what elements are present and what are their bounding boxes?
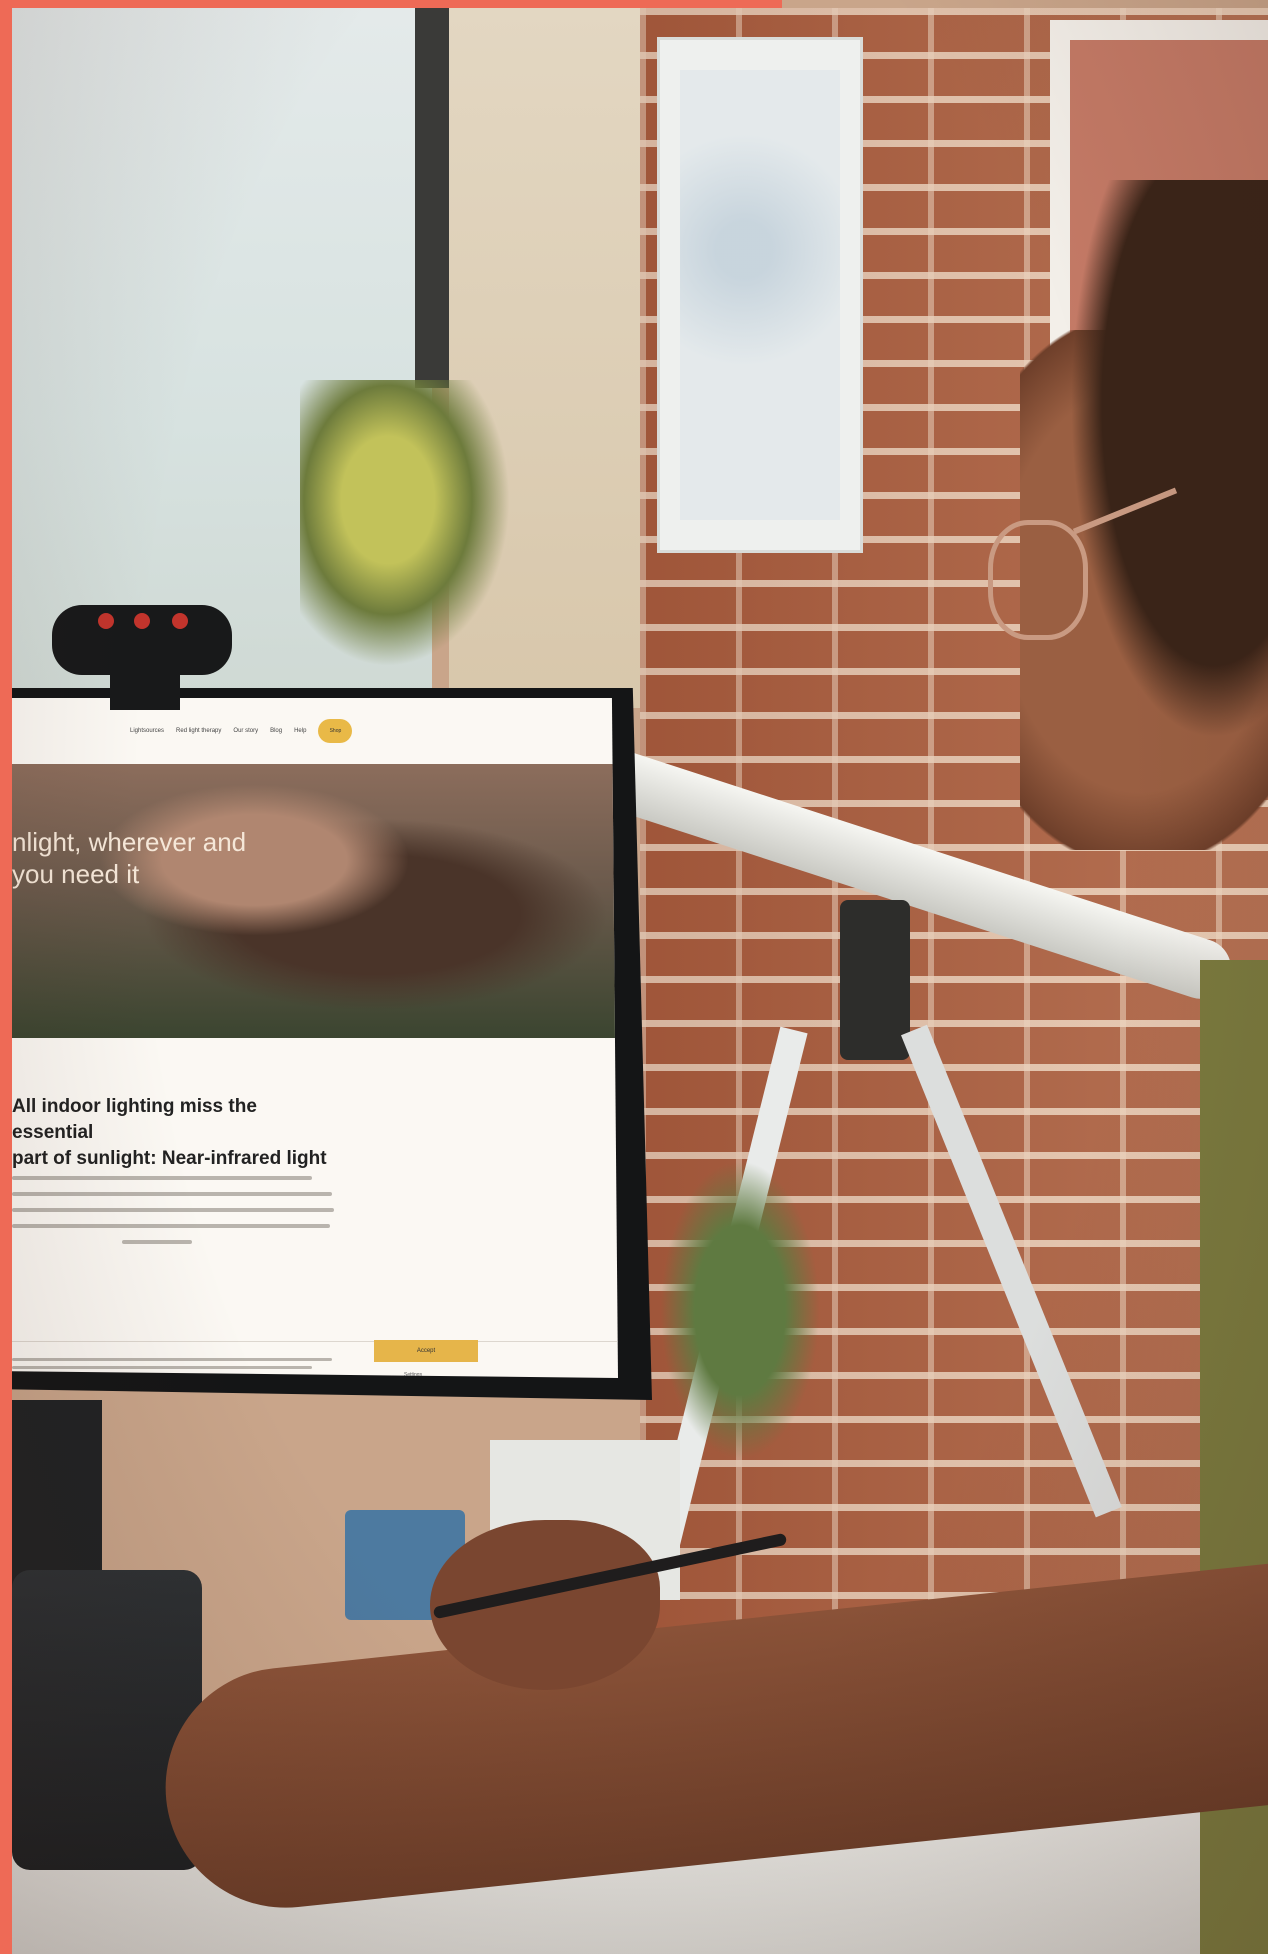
frame-left-border (0, 0, 12, 1954)
body-text-line (122, 1240, 192, 1244)
section-heading-line: part of sunlight: Near-infrared light (12, 1148, 327, 1169)
person-hair (1070, 180, 1268, 740)
shop-button[interactable]: Shop (318, 719, 353, 743)
divider (12, 1341, 618, 1342)
wall-art (680, 70, 840, 520)
monitor-screen: Lightsources Red light therapy Our story… (12, 698, 618, 1378)
hero-title: nlight, wherever and you need it (12, 826, 312, 890)
nav-link-our-story[interactable]: Our story (233, 728, 258, 734)
section-heading: All indoor lighting miss the essential p… (12, 1094, 332, 1172)
houseplant (660, 1160, 820, 1460)
hero-title-line: you need it (12, 859, 140, 889)
accept-cookies-button[interactable]: Accept (374, 1340, 478, 1362)
webcam-led (134, 613, 150, 629)
glasses (988, 520, 1088, 640)
monitor-stand (12, 1400, 102, 1590)
nav-link-blog[interactable]: Blog (270, 728, 282, 734)
nav-link-lightsources[interactable]: Lightsources (130, 728, 164, 734)
webcam-led (98, 613, 114, 629)
cookie-text-line (12, 1366, 312, 1369)
webcam-mount (110, 670, 180, 710)
body-text-line (12, 1208, 334, 1212)
section-heading-line: All indoor lighting miss the essential (12, 1096, 257, 1143)
webcam-logo (124, 640, 184, 654)
cookie-text-line (12, 1358, 332, 1361)
webcam-led (172, 613, 188, 629)
photo-scene: Lightsources Red light therapy Our story… (0, 0, 1268, 1954)
telescope-mount (840, 900, 910, 1060)
frame-top-border (0, 0, 782, 8)
body-text-line (12, 1192, 332, 1196)
nav-link-red-light-therapy[interactable]: Red light therapy (176, 728, 221, 734)
hero-image: nlight, wherever and you need it (12, 764, 618, 1038)
site-nav: Lightsources Red light therapy Our story… (12, 698, 618, 764)
nav-link-help[interactable]: Help (294, 728, 306, 734)
window-frame (415, 8, 449, 388)
hero-title-line: nlight, wherever and (12, 827, 247, 857)
body-text-line (12, 1176, 312, 1180)
houseplant (300, 380, 520, 680)
body-text-line (12, 1224, 330, 1228)
